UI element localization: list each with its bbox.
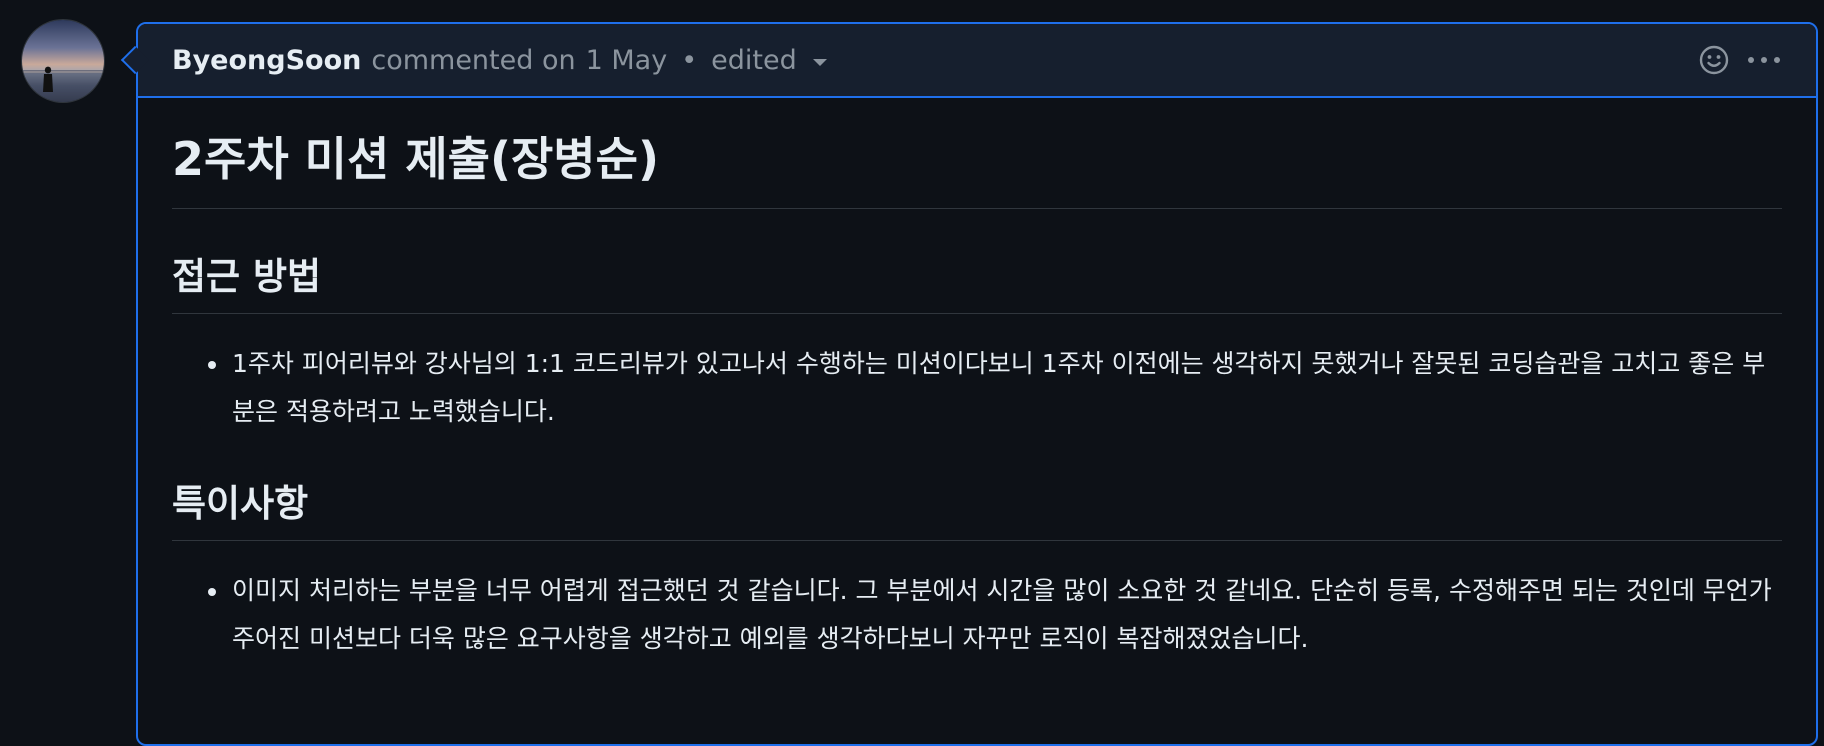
author-link[interactable]: ByeongSoon [172, 45, 361, 76]
list-item: 이미지 처리하는 부분을 너무 어렵게 접근했던 것 같습니다. 그 부분에서 … [230, 567, 1782, 663]
chevron-down-icon [812, 58, 827, 66]
edited-label: edited [711, 44, 797, 76]
notes-list: 이미지 처리하는 부분을 너무 어렵게 접근했던 것 같습니다. 그 부분에서 … [172, 567, 1782, 663]
smiley-icon[interactable] [1698, 44, 1730, 76]
avatar-image [22, 66, 104, 102]
list-item: 1주차 피어리뷰와 강사님의 1:1 코드리뷰가 있고나서 수행하는 미션이다보… [230, 340, 1782, 436]
avatar[interactable] [22, 20, 104, 102]
section-heading-notes: 특이사항 [172, 480, 1782, 541]
separator-dot: • [681, 44, 698, 76]
comment-body: 2주차 미션 제출(장병순) 접근 방법 1주차 피어리뷰와 강사님의 1:1 … [138, 98, 1816, 663]
comment-date-link[interactable]: 1 May [586, 45, 668, 76]
comment-title: 2주차 미션 제출(장병순) [172, 130, 1782, 209]
approach-list: 1주차 피어리뷰와 강사님의 1:1 코드리뷰가 있고나서 수행하는 미션이다보… [172, 340, 1782, 436]
section-heading-approach: 접근 방법 [172, 253, 1782, 314]
comment-action-text: commented on [371, 44, 576, 76]
kebab-menu-icon[interactable] [1746, 54, 1782, 66]
comment-header: ByeongSoon commented on 1 May • edited [138, 24, 1816, 98]
edited-dropdown[interactable]: edited [711, 45, 827, 76]
comment-box: ByeongSoon commented on 1 May • edited 2… [136, 22, 1818, 746]
header-actions [1682, 24, 1782, 96]
